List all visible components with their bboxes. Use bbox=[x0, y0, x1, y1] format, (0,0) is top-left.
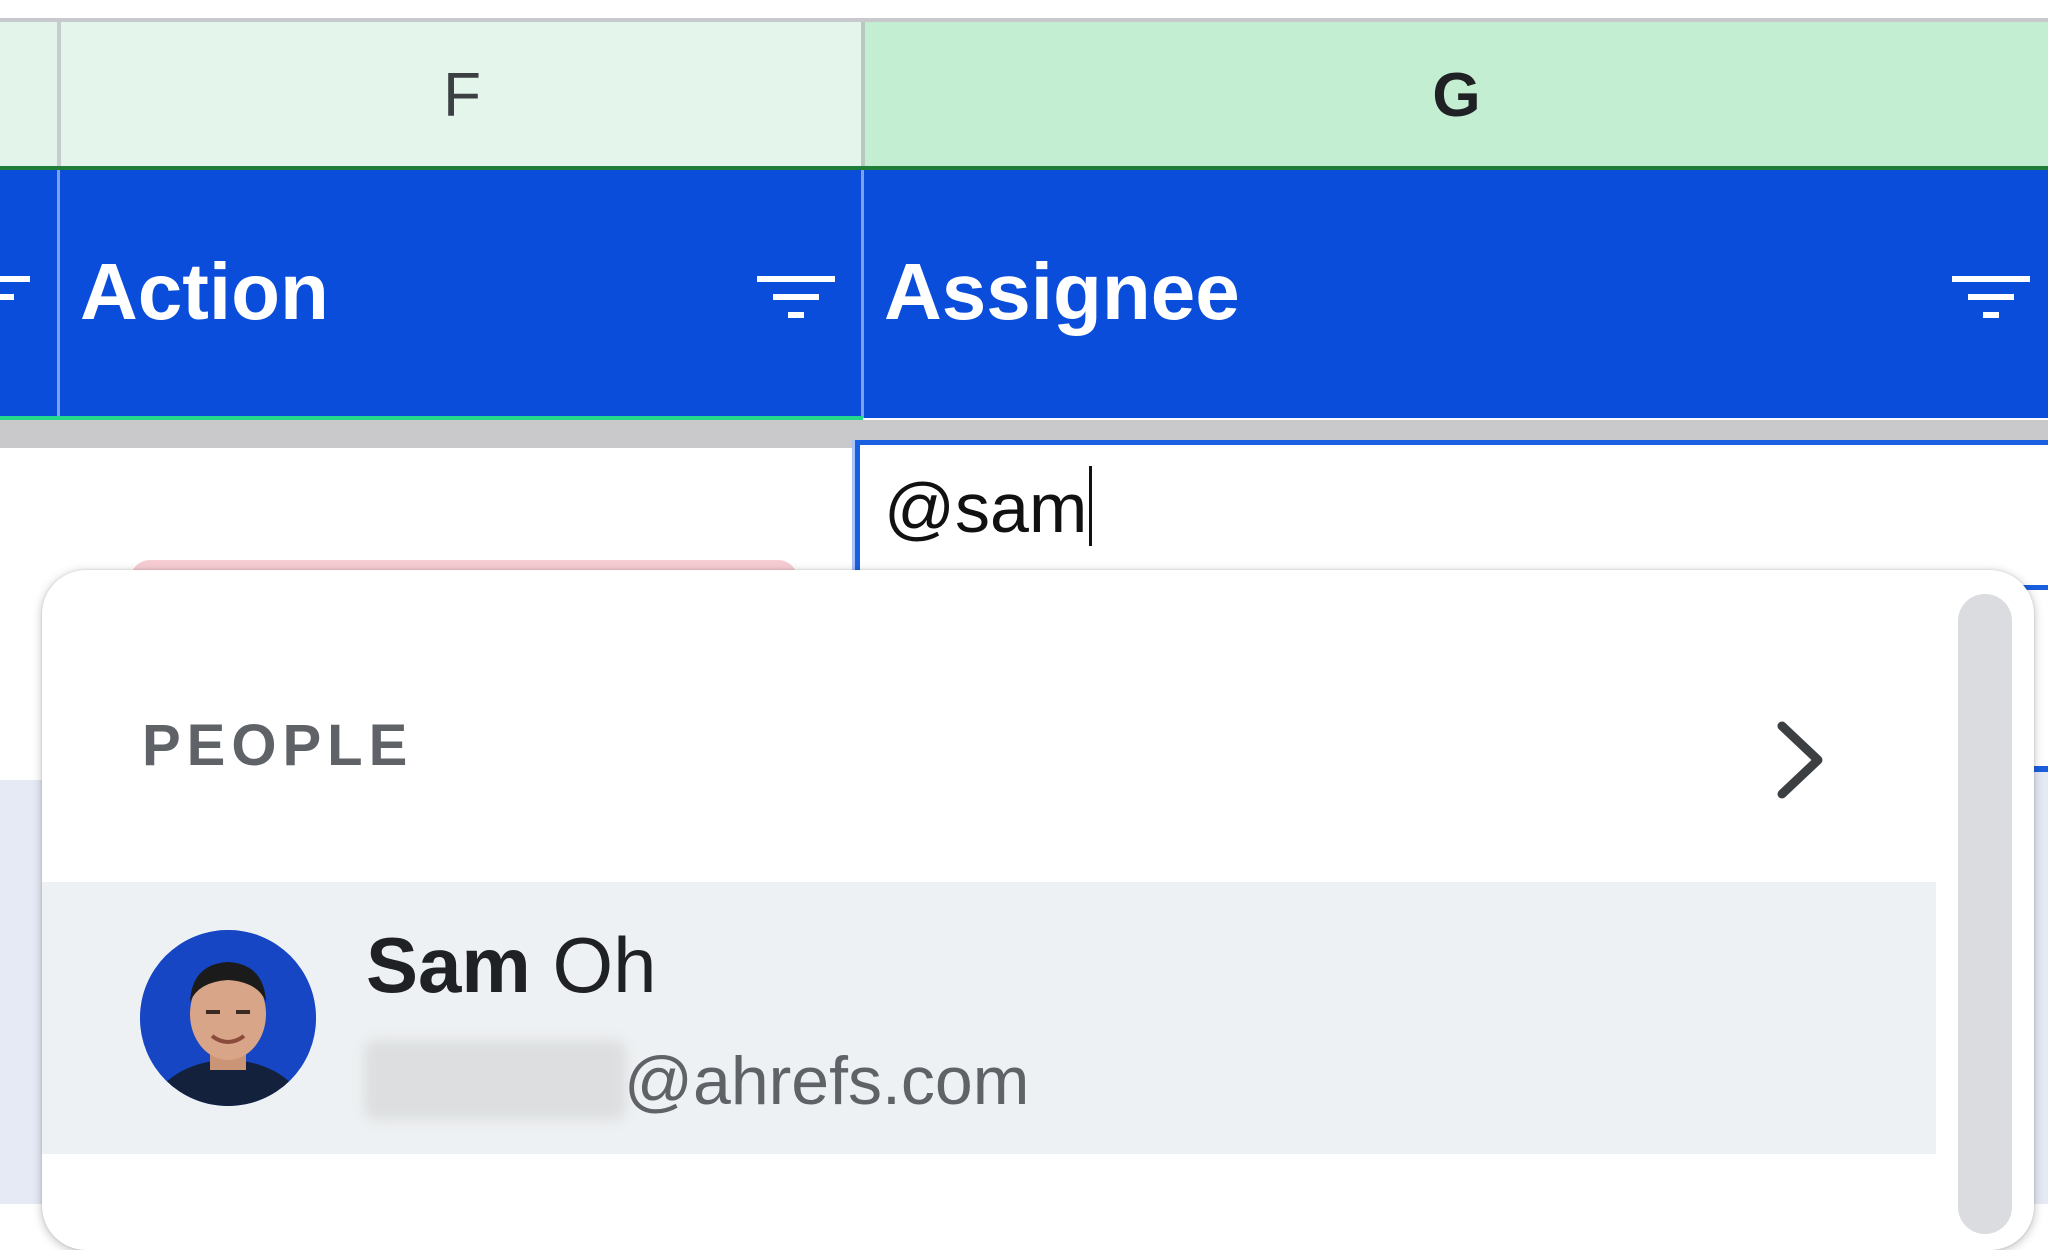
person-email-domain: @ahrefs.com bbox=[624, 1043, 1030, 1119]
section-label-people: PEOPLE bbox=[142, 713, 414, 778]
column-header-e[interactable] bbox=[0, 22, 58, 168]
text-caret bbox=[1089, 466, 1093, 546]
email-username-redacted bbox=[364, 1040, 626, 1120]
avatar bbox=[140, 930, 316, 1106]
background-cell bbox=[0, 780, 44, 1204]
chevron-right-icon[interactable] bbox=[1772, 720, 1828, 800]
header-assignee[interactable]: Assignee bbox=[884, 252, 1240, 332]
column-header-f[interactable]: F bbox=[61, 22, 863, 168]
cell-input-value: @sam bbox=[884, 469, 1088, 547]
avatar-image bbox=[140, 930, 316, 1106]
popup-scrollbar[interactable] bbox=[1958, 594, 2012, 1234]
column-letter-g: G bbox=[1432, 60, 1481, 130]
column-letter-f: F bbox=[443, 60, 481, 130]
cell-input[interactable]: @sam bbox=[884, 460, 1093, 556]
filter-icon[interactable] bbox=[1952, 270, 2030, 326]
person-last-name: Oh bbox=[552, 921, 657, 1009]
cell-border bbox=[861, 170, 864, 418]
person-first-name: Sam bbox=[366, 921, 531, 1009]
filter-icon[interactable] bbox=[0, 270, 30, 326]
person-name: Sam Oh bbox=[366, 920, 657, 1010]
filter-icon[interactable] bbox=[757, 270, 835, 326]
header-action[interactable]: Action bbox=[80, 252, 329, 332]
cell-border bbox=[57, 170, 60, 418]
column-header-g[interactable]: G bbox=[865, 22, 2048, 168]
